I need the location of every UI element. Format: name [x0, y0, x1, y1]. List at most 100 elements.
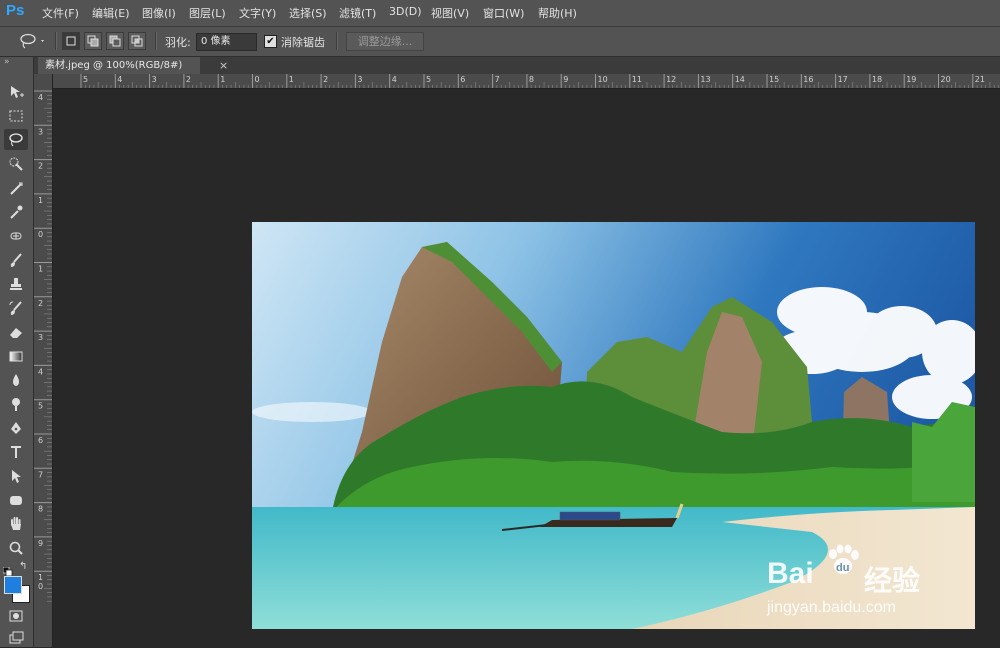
ruler-label: 1	[220, 75, 225, 84]
ruler-label: 19	[906, 75, 916, 84]
shape-icon[interactable]	[4, 489, 28, 510]
ruler-label: 6	[460, 75, 465, 84]
collapse-icon[interactable]: »	[4, 57, 10, 67]
menu-filter[interactable]: 滤镜(T)	[339, 5, 376, 21]
type-icon[interactable]	[4, 441, 28, 462]
ruler-label: 2	[38, 162, 43, 171]
toolbox: » ↰	[0, 57, 34, 647]
swap-colors-icon[interactable]: ↰	[19, 561, 27, 572]
photoshop-logo: Ps	[6, 2, 25, 19]
ruler-label: 13	[700, 75, 710, 84]
horizontal-ruler[interactable]: 5 4 3 2 1 0 1 2 3 4 5 6 7 8 9 10 11 12 13 14 15 16 17 18 19 20 21	[53, 74, 1000, 89]
zoom-icon[interactable]	[4, 537, 28, 558]
ruler-label: 3	[38, 333, 43, 342]
ruler-label: 1	[289, 75, 294, 84]
ruler-label: 0	[38, 582, 43, 591]
ruler-label: 14	[735, 75, 745, 84]
quick-select-icon[interactable]	[4, 153, 28, 174]
menu-help[interactable]: 帮助(H)	[538, 5, 577, 21]
ruler-label: 2	[38, 299, 43, 308]
ruler-label: 5	[38, 402, 43, 411]
ruler-label: 3	[38, 127, 43, 136]
ruler-label: 4	[38, 93, 43, 102]
ruler-label: 9	[563, 75, 568, 84]
ruler-label: 6	[38, 436, 43, 445]
document-tab-bar: 素材.jpeg @ 100%(RGB/8#) ×	[34, 57, 1000, 74]
clone-stamp-icon[interactable]	[4, 273, 28, 294]
feather-input[interactable]: 0 像素	[196, 33, 257, 51]
ruler-label: 21	[975, 75, 985, 84]
intersect-selection-button[interactable]	[128, 32, 146, 50]
quick-mask-icon[interactable]	[4, 605, 28, 626]
antialias-checkbox[interactable]: ✔	[264, 35, 277, 48]
ruler-label: 20	[941, 75, 951, 84]
menu-file[interactable]: 文件(F)	[42, 5, 79, 21]
close-document-icon[interactable]: ×	[219, 57, 228, 74]
options-bar: 羽化: 0 像素 ✔ 消除锯齿 调整边缘...	[0, 27, 1000, 57]
dodge-icon[interactable]	[4, 393, 28, 414]
ruler-label: 17	[838, 75, 848, 84]
ruler-label: 9	[38, 539, 43, 548]
healing-brush-icon[interactable]	[4, 225, 28, 246]
ruler-label: 5	[426, 75, 431, 84]
ruler-label: 4	[38, 367, 43, 376]
ruler-label: 8	[38, 505, 43, 514]
blur-icon[interactable]	[4, 369, 28, 390]
screen-mode-icon[interactable]	[4, 627, 28, 648]
marquee-icon[interactable]	[4, 105, 28, 126]
ruler-label: 1	[38, 196, 43, 205]
foreground-color-swatch[interactable]	[4, 576, 22, 594]
add-selection-button[interactable]	[84, 32, 102, 50]
hand-icon[interactable]	[4, 513, 28, 534]
svg-text:du: du	[836, 562, 849, 574]
menu-3d[interactable]: 3D(D)	[389, 5, 422, 18]
paw-icon: du	[825, 544, 861, 582]
menu-edit[interactable]: 编辑(E)	[92, 5, 130, 21]
ruler-label: 7	[38, 470, 43, 479]
ruler-label: 3	[357, 75, 362, 84]
new-selection-button[interactable]	[62, 32, 80, 50]
menu-view[interactable]: 视图(V)	[431, 5, 469, 21]
lasso-icon[interactable]	[4, 129, 28, 150]
default-colors-icon[interactable]	[2, 562, 13, 577]
path-select-icon[interactable]	[4, 465, 28, 486]
refine-edge-button[interactable]: 调整边缘...	[346, 32, 424, 51]
menu-type[interactable]: 文字(Y)	[239, 5, 276, 21]
subtract-selection-button[interactable]	[106, 32, 124, 50]
menu-layer[interactable]: 图层(L)	[189, 5, 226, 21]
move-icon[interactable]	[4, 81, 28, 102]
ruler-label: 4	[392, 75, 397, 84]
ruler-label: 2	[186, 75, 191, 84]
ruler-label: 1	[38, 573, 43, 582]
pen-icon[interactable]	[4, 417, 28, 438]
ruler-label: 18	[872, 75, 882, 84]
watermark-url: jingyan.baidu.com	[767, 599, 896, 616]
menu-select[interactable]: 选择(S)	[289, 5, 327, 21]
brush-icon[interactable]	[4, 249, 28, 270]
menu-image[interactable]: 图像(I)	[142, 5, 176, 21]
watermark-logo-cn: 经验	[864, 565, 921, 596]
watermark-logo-text: Bai	[767, 557, 814, 590]
ruler-label: 12	[666, 75, 676, 84]
crop-icon[interactable]	[4, 177, 28, 198]
ruler-label: 10	[598, 75, 608, 84]
ruler-label: 11	[632, 75, 642, 84]
ruler-label: 1	[38, 265, 43, 274]
antialias-label: 消除锯齿	[281, 36, 325, 49]
document-tab[interactable]: 素材.jpeg @ 100%(RGB/8#)	[38, 57, 200, 74]
eraser-icon[interactable]	[4, 321, 28, 342]
ruler-label: 8	[529, 75, 534, 84]
ruler-label: 3	[152, 75, 157, 84]
gradient-icon[interactable]	[4, 345, 28, 366]
lasso-preset-icon[interactable]	[18, 32, 46, 54]
ruler-label: 15	[769, 75, 779, 84]
canvas-image[interactable]: Bai du 经验 jingyan.baidu.com	[252, 222, 975, 629]
ruler-label: 7	[495, 75, 500, 84]
ruler-label: 4	[117, 75, 122, 84]
vertical-ruler[interactable]: 4321012345678910	[34, 74, 53, 647]
eyedropper-icon[interactable]	[4, 201, 28, 222]
ruler-label: 5	[83, 75, 88, 84]
document-tab-title: 素材.jpeg @ 100%(RGB/8#)	[45, 60, 183, 71]
menu-window[interactable]: 窗口(W)	[483, 5, 524, 21]
history-brush-icon[interactable]	[4, 297, 28, 318]
